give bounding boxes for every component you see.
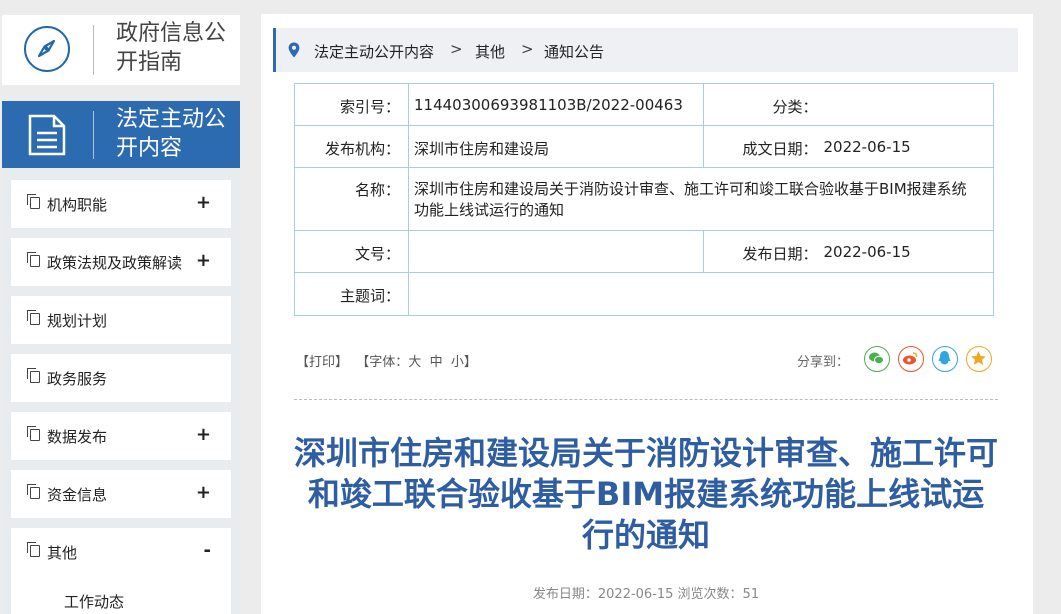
file-icon xyxy=(27,310,40,325)
divider xyxy=(93,25,94,75)
breadcrumb-item-public-content[interactable]: 法定主动公开内容 xyxy=(314,41,434,62)
keywords-value xyxy=(408,272,994,316)
sidebar-item-label: 政务服务 xyxy=(47,370,108,388)
publish-date-value: 2022-06-15 xyxy=(823,230,994,273)
weibo-icon[interactable] xyxy=(898,346,924,372)
sidebar-item-funding[interactable]: 资金信息 + xyxy=(11,470,231,518)
doc-number-label: 文号： xyxy=(294,230,409,273)
sidebar-item-gov-services[interactable]: 政务服务 xyxy=(11,354,231,402)
share-label: 分享到： xyxy=(797,355,850,370)
document-metadata-table: 索引号： 11440300693981103B/2022-00463 分类： 发… xyxy=(294,83,994,316)
divider xyxy=(294,399,998,400)
expand-icon[interactable]: + xyxy=(196,250,211,271)
keywords-label: 主题词： xyxy=(294,272,409,316)
publisher-label: 发布机构： xyxy=(294,125,409,168)
wechat-icon[interactable] xyxy=(864,346,890,372)
sidebar-item-label: 资金信息 xyxy=(47,486,108,504)
guide-link[interactable]: 政府信息公开指南 xyxy=(2,15,240,85)
file-icon xyxy=(27,484,40,499)
sidebar-item-label: 其他 xyxy=(47,544,78,562)
name-value: 深圳市住房和建设局关于消防设计审查、施工许可和竣工联合验收基于BIM报建系统功能… xyxy=(408,167,994,231)
qzone-icon[interactable] xyxy=(966,346,992,372)
font-medium-button[interactable]: 中 xyxy=(430,355,443,370)
location-pin-icon xyxy=(288,42,300,62)
article-publish-info: 发布日期：2022-06-15 浏览次数：51 xyxy=(532,587,760,602)
file-icon xyxy=(27,194,40,209)
chevron-right-icon: > xyxy=(450,40,463,58)
file-icon xyxy=(27,252,40,267)
file-icon xyxy=(27,368,40,383)
breadcrumb-item-notices[interactable]: 通知公告 xyxy=(544,41,604,62)
qq-icon[interactable] xyxy=(932,346,958,372)
collapse-icon[interactable]: - xyxy=(204,540,211,561)
article-tools: 【打印】 【字体：大 中 小】 xyxy=(296,351,477,370)
guide-title: 政府信息公开指南 xyxy=(116,21,227,75)
print-button[interactable]: 【打印】 xyxy=(296,355,348,370)
active-section-title: 法定主动公开内容 xyxy=(116,107,227,161)
font-large-button[interactable]: 大 xyxy=(408,355,421,370)
sidebar-item-label: 政策法规及政策解读 xyxy=(47,254,183,272)
expand-icon[interactable]: + xyxy=(196,192,211,213)
active-section-header[interactable]: 法定主动公开内容 xyxy=(2,101,240,168)
file-icon xyxy=(27,542,40,557)
written-date-label: 成文日期： xyxy=(703,125,824,168)
sidebar-item-label: 规划计划 xyxy=(47,312,108,330)
publisher-value: 深圳市住房和建设局 xyxy=(408,125,704,168)
article-title: 深圳市住房和建设局关于消防设计审查、施工许可和竣工联合验收基于BIM报建系统功能… xyxy=(294,434,999,554)
index-value: 11440300693981103B/2022-00463 xyxy=(408,83,704,126)
doc-number-value xyxy=(408,230,704,273)
sidebar-item-data-release[interactable]: 数据发布 + xyxy=(11,412,231,460)
breadcrumb-item-other[interactable]: 其他 xyxy=(475,41,505,62)
index-label: 索引号： xyxy=(294,83,409,126)
sidebar-item-label: 机构职能 xyxy=(47,196,108,214)
document-icon xyxy=(26,113,68,161)
sidebar-subitem-work-news[interactable]: 工作动态 xyxy=(64,591,124,612)
name-label: 名称： xyxy=(294,167,409,231)
sidebar-item-org-functions[interactable]: 机构职能 + xyxy=(11,180,231,228)
font-small-button[interactable]: 小 xyxy=(451,355,464,370)
category-label: 分类： xyxy=(703,83,824,126)
divider xyxy=(93,111,94,159)
font-size-prefix: 【字体： xyxy=(356,355,409,370)
sidebar-item-policies[interactable]: 政策法规及政策解读 + xyxy=(11,238,231,286)
expand-icon[interactable]: + xyxy=(196,424,211,445)
breadcrumb: 法定主动公开内容 > 其他 > 通知公告 xyxy=(273,28,1018,72)
written-date-value: 2022-06-15 xyxy=(823,125,994,168)
chevron-right-icon: > xyxy=(521,40,534,58)
category-value xyxy=(823,83,994,126)
publish-date-label: 发布日期： xyxy=(703,230,824,273)
font-size-suffix: 】 xyxy=(463,355,477,370)
file-icon xyxy=(27,426,40,441)
sidebar-item-plans[interactable]: 规划计划 xyxy=(11,296,231,344)
compass-icon xyxy=(24,26,70,72)
expand-icon[interactable]: + xyxy=(196,482,211,503)
sidebar-item-label: 数据发布 xyxy=(47,428,108,446)
